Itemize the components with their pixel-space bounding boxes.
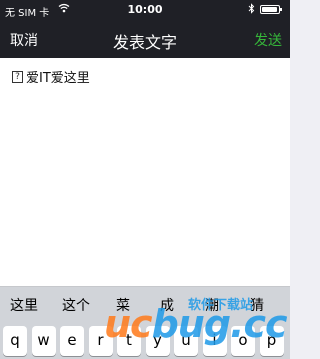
suggestion-item[interactable]: 成 xyxy=(160,295,174,315)
key-e[interactable]: e xyxy=(60,326,84,356)
nav-bar: 取消 发表文字 发送 xyxy=(0,20,290,58)
key-i[interactable]: i xyxy=(202,326,227,356)
keyboard: q w e r t y u i o p xyxy=(0,320,290,359)
key-r[interactable]: r xyxy=(88,326,113,356)
compose-area[interactable]: ? 爱IT爱这里 xyxy=(0,58,290,286)
suggestion-item[interactable]: 菜 xyxy=(116,295,130,315)
key-o[interactable]: o xyxy=(231,326,255,356)
status-bar: 无 SIM 卡 10:00 xyxy=(0,0,290,20)
suggestion-item[interactable]: 猜 xyxy=(250,295,264,315)
battery-icon xyxy=(260,5,282,14)
suggestion-item[interactable]: 潮 xyxy=(205,295,219,315)
bluetooth-icon xyxy=(248,3,255,17)
key-t[interactable]: t xyxy=(117,326,141,356)
key-y[interactable]: y xyxy=(145,326,170,356)
text-input[interactable]: ? 爱IT爱这里 xyxy=(12,67,278,86)
key-w[interactable]: w xyxy=(31,326,56,356)
suggestion-item[interactable]: 这个 xyxy=(62,295,90,315)
compose-text: 爱IT爱这里 xyxy=(26,71,90,86)
suggestion-item[interactable]: 这里 xyxy=(10,295,38,315)
missing-glyph-icon: ? xyxy=(12,70,23,83)
key-u[interactable]: u xyxy=(174,326,198,356)
key-q[interactable]: q xyxy=(3,326,27,356)
send-button[interactable]: 发送 xyxy=(254,30,282,50)
suggestion-bar: 这里 这个 菜 成 潮 猜 xyxy=(0,286,290,321)
battery-level xyxy=(262,7,278,12)
page-title: 发表文字 xyxy=(112,33,177,52)
key-p[interactable]: p xyxy=(259,326,284,356)
clock: 10:00 xyxy=(127,3,163,16)
